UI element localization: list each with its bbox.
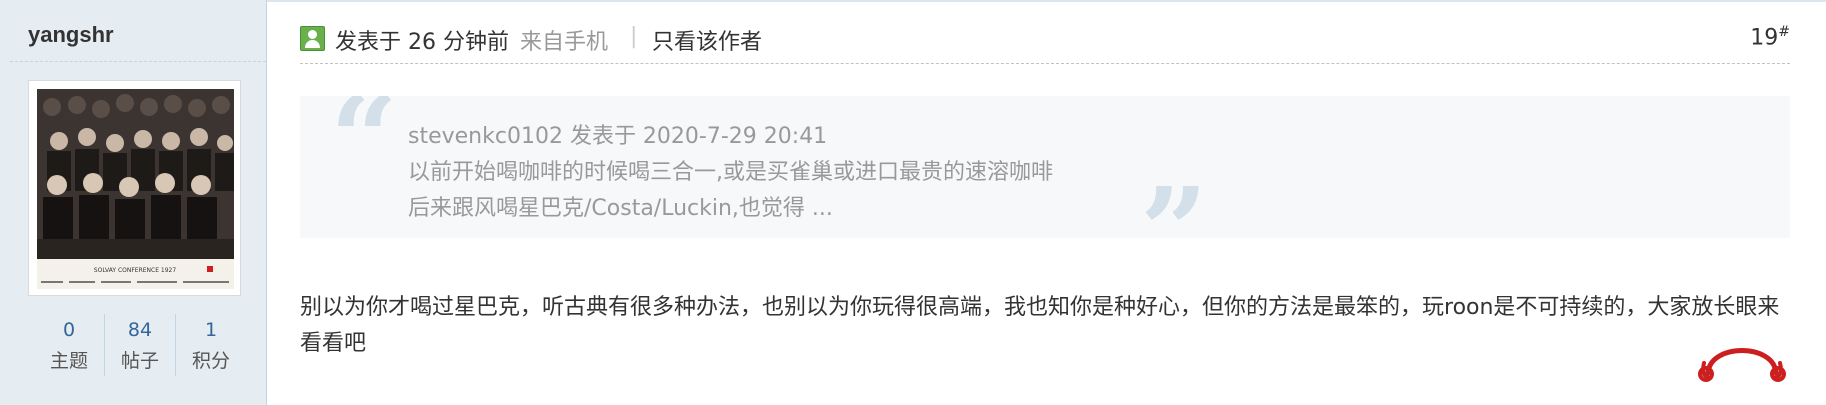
avatar[interactable]: SOLVAY CONFERENCE 1927: [28, 80, 241, 296]
top-border: [0, 0, 1826, 2]
author-username[interactable]: yangshr: [28, 22, 114, 48]
stat-points-value: 1: [204, 319, 218, 341]
post-header: 发表于 26 分钟前 来自手机 | 只看该作者 19#: [300, 18, 1790, 62]
post-body: 别以为你才喝过星巴克，听古典有很多种办法，也别以为你玩得很高端，我也知你是种好心…: [300, 295, 1780, 356]
stat-points-label: 积分: [191, 350, 230, 372]
header-divider: [300, 63, 1790, 64]
avatar-image: SOLVAY CONFERENCE 1927: [37, 89, 234, 289]
post-time: 发表于 26 分钟前: [335, 30, 509, 55]
stat-posts-value: 84: [127, 319, 153, 341]
stat-posts-label: 帖子: [120, 350, 159, 372]
header-separator: |: [630, 24, 638, 49]
avatar-caption: SOLVAY CONFERENCE 1927: [94, 267, 177, 274]
quote-line: 以前开始喝咖啡的时候喝三合一,或是买雀巢或进口最贵的速溶咖啡: [408, 160, 1053, 185]
stat-posts[interactable]: 84 帖子: [105, 312, 175, 378]
author-stats: 0 主题 84 帖子 1 积分: [34, 312, 245, 378]
sidebar-divider: [10, 61, 266, 62]
stat-threads[interactable]: 0 主题: [34, 312, 104, 378]
stat-threads-value: 0: [62, 319, 76, 341]
quote-close-icon: ”: [1140, 161, 1208, 239]
quote-line: 后来跟风喝星巴克/Costa/Luckin,也觉得 ...: [408, 196, 833, 221]
stat-threads-label: 主题: [49, 350, 88, 372]
only-author-link[interactable]: 只看该作者: [652, 24, 762, 56]
quote-block: “ ” stevenkc0102 发表于 2020-7-29 20:41 以前开…: [300, 96, 1790, 238]
author-panel: yangshr SOLVAY CONFERENCE 1927 0 主题 84 帖…: [0, 0, 267, 405]
quote-header: stevenkc0102 发表于 2020-7-29 20:41: [408, 124, 828, 149]
quote-open-icon: “: [330, 96, 398, 208]
author-online-icon: [300, 26, 325, 51]
floor-number-value: 19: [1750, 25, 1779, 51]
post-source: 来自手机: [520, 30, 609, 55]
floor-number[interactable]: 19#: [1750, 24, 1790, 50]
stat-points[interactable]: 1 积分: [176, 312, 246, 378]
headphone-icon[interactable]: [1694, 333, 1790, 383]
floor-mark: #: [1778, 24, 1790, 40]
